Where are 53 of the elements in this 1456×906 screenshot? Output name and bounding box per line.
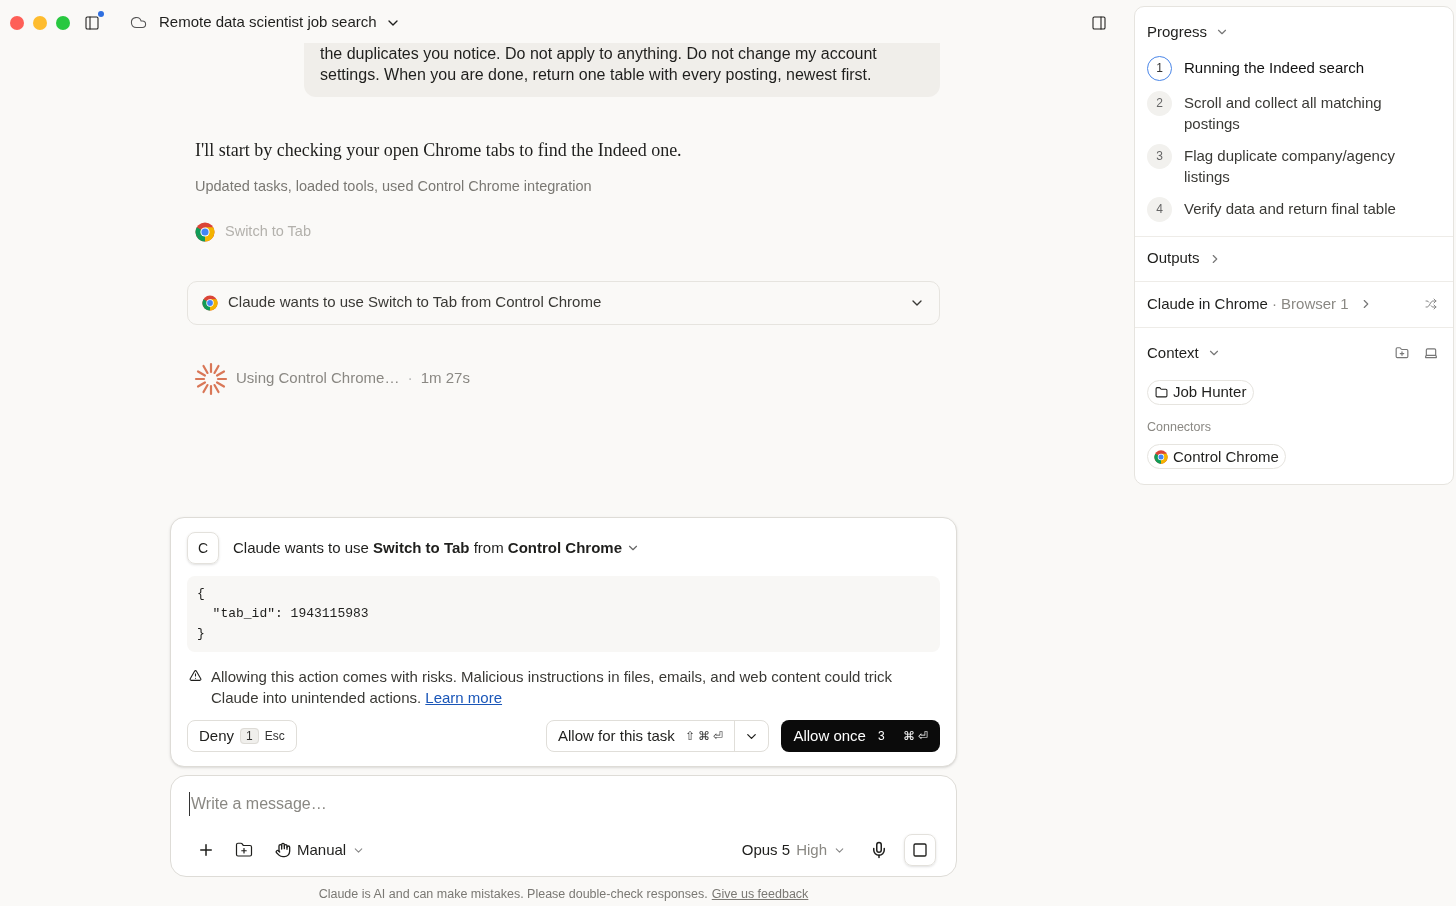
- laptop-icon[interactable]: [1424, 345, 1438, 360]
- shortcut-hint: ⇧ ⌘ ⏎: [684, 728, 724, 746]
- step-label: Verify data and return final table: [1184, 198, 1397, 219]
- permission-title: Claude wants to use Switch to Tab from Control Chrome: [233, 538, 622, 558]
- feedback-link[interactable]: Give us feedback: [711, 885, 809, 904]
- step-label: Scroll and collect all matching postings: [1184, 92, 1383, 134]
- avatar: C: [187, 532, 219, 565]
- allow-task-button[interactable]: Allow for this task ⇧ ⌘ ⏎: [547, 721, 735, 752]
- microphone-icon[interactable]: [870, 841, 888, 860]
- panel-toggle-icon[interactable]: [1091, 14, 1107, 31]
- stop-icon: [912, 842, 928, 859]
- elapsed-time: 1m 27s: [420, 368, 470, 389]
- browser-header[interactable]: Claude in Chrome · Browser 1: [1147, 292, 1373, 316]
- warning-icon: [189, 669, 202, 683]
- step-number: 4: [1147, 196, 1172, 222]
- allow-once-button[interactable]: Allow once 3 ⌘ ⏎: [781, 720, 940, 753]
- key-hint: 1: [240, 727, 259, 746]
- assistant-text: I'll start by checking your open Chrome tabs to find the Indeed one.: [195, 139, 683, 162]
- separator-dot: ·: [407, 368, 413, 389]
- chat-title-button[interactable]: Remote data scientist job search: [159, 11, 401, 34]
- stop-button[interactable]: [904, 834, 936, 867]
- tool-step: Switch to Tab: [225, 220, 311, 243]
- message-input[interactable]: Write a message…: [189, 792, 934, 817]
- outputs-header[interactable]: Outputs: [1147, 247, 1222, 270]
- chrome-icon: [195, 221, 215, 242]
- shuffle-icon[interactable]: [1425, 298, 1437, 310]
- step-number: 3: [1147, 143, 1172, 169]
- model-selector[interactable]: Opus 5 High: [741, 839, 846, 862]
- mode-selector[interactable]: Manual: [275, 839, 366, 862]
- permission-row[interactable]: Claude wants to use Switch to Tab from Control Chrome: [187, 280, 940, 325]
- learn-more-link[interactable]: Learn more: [425, 689, 503, 707]
- close-window-button[interactable]: [10, 15, 24, 30]
- shortcut-hint: Esc: [264, 728, 285, 746]
- progress-header[interactable]: Progress: [1147, 21, 1230, 44]
- user-message: the duplicates you notice. Do not apply to anything. Do not change my account settings. When you are done, return one table with every posting, newest first.: [304, 43, 940, 97]
- disclaimer: Claude is AI and can make mistakes. Please double-check responses.: [318, 886, 708, 904]
- step-number: 2: [1147, 90, 1172, 116]
- spinner-icon: [194, 361, 228, 396]
- deny-button[interactable]: Deny 1 Esc: [187, 720, 297, 753]
- code-block: { "tab_id": 1943115983 }: [187, 576, 940, 653]
- chrome-icon: [202, 294, 218, 311]
- step-label: Running the Indeed search: [1184, 57, 1366, 78]
- connectors-label: Connectors: [1147, 418, 1212, 436]
- step-label: Flag duplicate company/agency listings: [1184, 145, 1396, 187]
- hand-icon: [275, 842, 291, 859]
- context-header[interactable]: Context: [1147, 341, 1221, 364]
- activity-summary: Updated tasks, loaded tools, used Control Chrome integration: [195, 177, 593, 196]
- folder-add-icon[interactable]: [235, 841, 253, 860]
- folder-icon: [1155, 386, 1168, 399]
- cloud-icon: [130, 14, 147, 31]
- risk-warning: Allowing this action comes with risks. Malicious instructions in files, emails, and web content could trick Claude into unintended actions. Learn more: [211, 667, 894, 709]
- chrome-icon: [1154, 449, 1168, 464]
- working-status: Using Control Chrome…: [236, 368, 400, 389]
